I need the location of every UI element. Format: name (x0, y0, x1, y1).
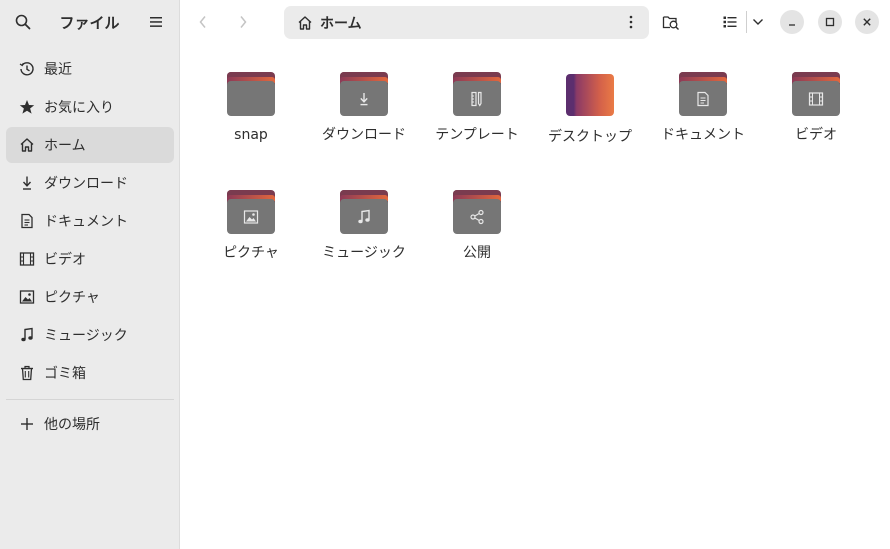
hamburger-menu-icon (150, 17, 162, 27)
film-icon (18, 250, 36, 268)
close-icon (863, 18, 871, 26)
download-icon (18, 174, 36, 192)
sidebar-item-label: 最近 (44, 62, 72, 78)
clock-icon (18, 60, 36, 78)
file-item-label: 公開 (463, 245, 491, 261)
file-item-documents[interactable]: ドキュメント (653, 72, 753, 147)
main-menu-button[interactable] (143, 9, 169, 35)
close-button[interactable] (855, 10, 879, 34)
back-button[interactable] (190, 9, 216, 35)
file-item-videos[interactable]: ビデオ (766, 72, 866, 147)
path-bar[interactable]: ホーム (284, 6, 649, 39)
maximize-icon (825, 17, 835, 27)
folder-icon (679, 72, 727, 116)
music-note-icon (358, 209, 370, 223)
maximize-button[interactable] (818, 10, 842, 34)
forward-button[interactable] (230, 9, 256, 35)
sidebar-separator (6, 399, 174, 400)
trash-icon (18, 364, 36, 382)
plus-icon (18, 415, 36, 433)
file-item-snap[interactable]: snap (201, 72, 301, 147)
sidebar-item-label: 他の場所 (44, 417, 100, 433)
minimize-icon (789, 24, 795, 26)
film-icon (808, 91, 824, 106)
list-view-icon (723, 16, 737, 28)
sidebar-item-videos[interactable]: ビデオ (6, 241, 174, 277)
image-icon (243, 209, 259, 224)
folder-icon (227, 72, 275, 116)
home-icon (296, 14, 314, 32)
view-options-button[interactable] (745, 9, 771, 35)
folder-icon (340, 72, 388, 116)
sidebar: ファイル 最近 お気に入り ホーム ダウンロード ドキュメント ビデオ ピクチャ… (0, 0, 180, 549)
file-item-label: ビデオ (795, 127, 837, 143)
sidebar-item-label: ミュージック (44, 328, 128, 344)
home-icon (18, 136, 36, 154)
sidebar-item-label: ピクチャ (44, 290, 100, 306)
sidebar-item-label: お気に入り (44, 100, 114, 116)
vertical-dots-icon (629, 15, 633, 29)
sidebar-item-downloads[interactable]: ダウンロード (6, 165, 174, 201)
sidebar-item-label: ドキュメント (44, 214, 128, 230)
file-manager-window: ファイル 最近 お気に入り ホーム ダウンロード ドキュメント ビデオ ピクチャ… (0, 0, 890, 549)
file-item-desktop[interactable]: デスクトップ (540, 74, 640, 149)
view-mode-button[interactable] (717, 9, 743, 35)
file-item-downloads[interactable]: ダウンロード (314, 72, 414, 147)
sidebar-item-label: ゴミ箱 (44, 366, 86, 382)
header-bar: ホーム (180, 0, 890, 44)
sidebar-item-trash[interactable]: ゴミ箱 (6, 355, 174, 391)
file-item-label: ドキュメント (661, 127, 745, 143)
chevron-right-icon (240, 16, 247, 28)
main-content: ホーム snap ダウンロード テンプレート デスクトップ ドキュメント ビデオ… (180, 0, 890, 549)
file-item-label: snap (234, 127, 268, 143)
sidebar-item-favorites[interactable]: お気に入り (6, 89, 174, 125)
folder-search-icon (662, 16, 679, 30)
file-item-public[interactable]: 公開 (427, 190, 527, 265)
sidebar-item-label: ビデオ (44, 252, 86, 268)
minimize-button[interactable] (780, 10, 804, 34)
sidebar-item-label: ダウンロード (44, 176, 128, 192)
sidebar-places-list: 最近 お気に入り ホーム ダウンロード ドキュメント ビデオ ピクチャ ミュージ… (6, 51, 174, 393)
file-item-label: ミュージック (322, 245, 406, 261)
template-icon (471, 91, 482, 107)
file-item-music[interactable]: ミュージック (314, 190, 414, 265)
star-icon (18, 98, 36, 116)
desktop-folder-icon (566, 74, 614, 116)
folder-icon (227, 190, 275, 234)
file-item-label: ダウンロード (322, 127, 406, 143)
folder-icon (453, 190, 501, 234)
search-location-button[interactable] (658, 9, 684, 35)
sidebar-item-music[interactable]: ミュージック (6, 317, 174, 353)
sidebar-item-label: ホーム (44, 138, 86, 154)
download-icon (360, 92, 368, 105)
folder-icon (792, 72, 840, 116)
document-icon (697, 91, 709, 106)
image-icon (18, 288, 36, 306)
sidebar-item-documents[interactable]: ドキュメント (6, 203, 174, 239)
file-item-label: デスクトップ (548, 129, 632, 145)
sidebar-item-pictures[interactable]: ピクチャ (6, 279, 174, 315)
file-item-pictures[interactable]: ピクチャ (201, 190, 301, 265)
current-location-label[interactable]: ホーム (320, 13, 362, 33)
sidebar-item-home[interactable]: ホーム (6, 127, 174, 163)
file-item-templates[interactable]: テンプレート (427, 72, 527, 147)
share-icon (470, 209, 484, 224)
path-menu-button[interactable] (623, 14, 639, 30)
music-note-icon (18, 326, 36, 344)
folder-icon (453, 72, 501, 116)
file-item-label: テンプレート (435, 127, 519, 143)
chevron-down-icon (753, 19, 763, 25)
sidebar-item-other-locations[interactable]: 他の場所 (6, 406, 174, 442)
sidebar-header: ファイル (0, 0, 179, 44)
sidebar-item-recent[interactable]: 最近 (6, 51, 174, 87)
chevron-left-icon (199, 16, 206, 28)
document-icon (18, 212, 36, 230)
sidebar-other-section: 他の場所 (6, 406, 174, 444)
file-item-label: ピクチャ (223, 245, 279, 261)
folder-icon (340, 190, 388, 234)
